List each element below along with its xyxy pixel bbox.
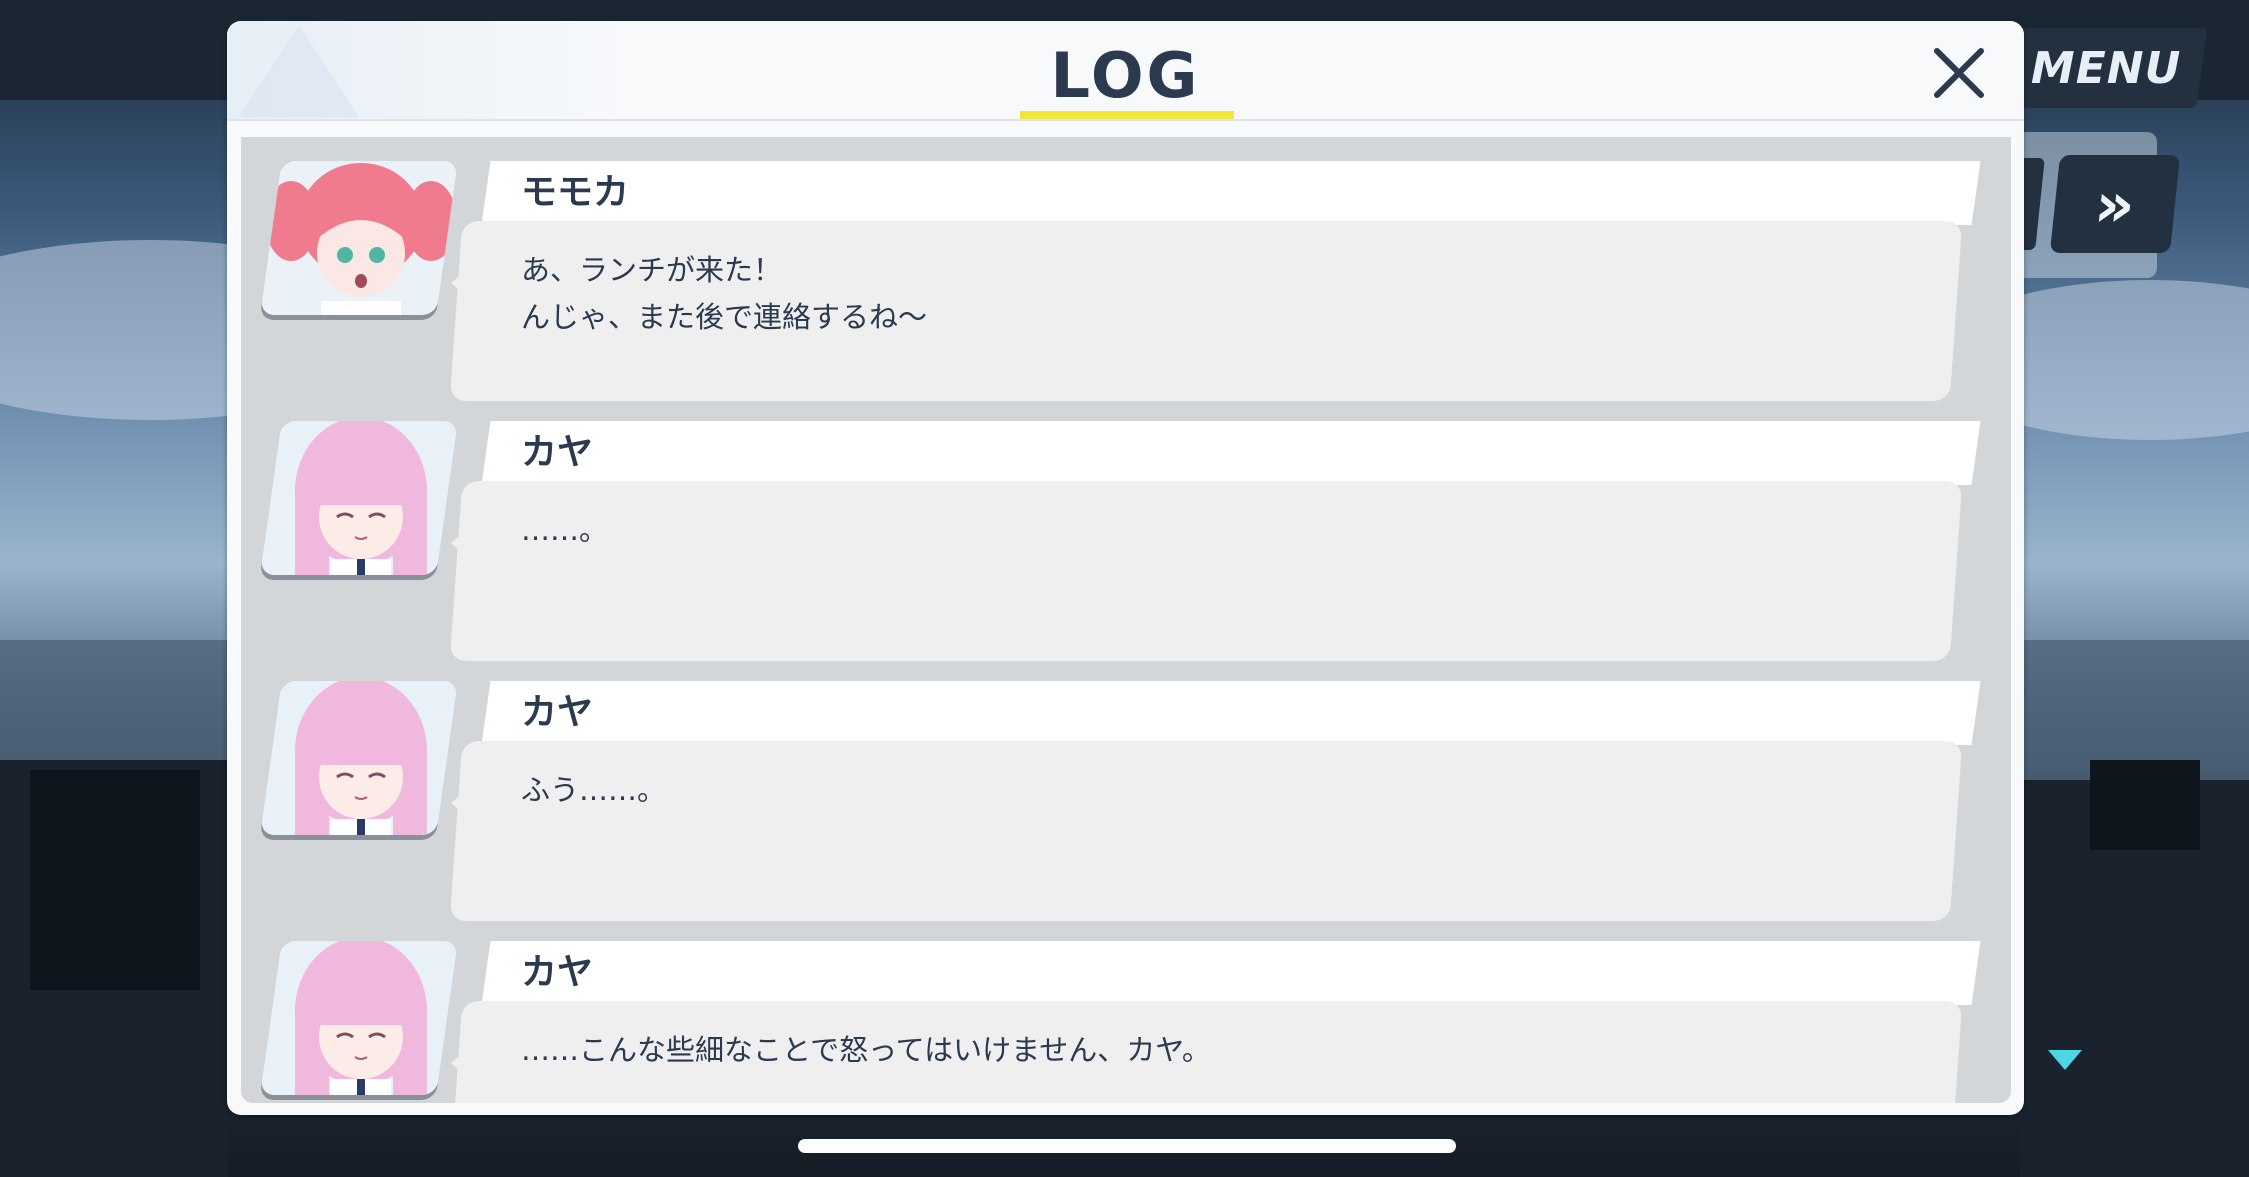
log-entry: カヤ ……こんな些細なことで怒ってはいけません、カヤ。 (241, 941, 2011, 1103)
fast-forward-icon: » (2091, 167, 2139, 241)
name-bar (481, 681, 1981, 745)
fast-forward-button[interactable]: » (2049, 155, 2181, 253)
scroll-down-icon[interactable] (2048, 1050, 2082, 1070)
speaker-name: モモカ (521, 172, 630, 213)
message-text: あ、ランチが来た！ んじゃ、また後で連絡するね〜 (521, 253, 928, 334)
message-text: ……こんな些細なことで怒ってはいけません、カヤ。 (521, 1033, 1211, 1067)
speaker-name: カヤ (521, 952, 594, 993)
message-box (449, 481, 1963, 661)
close-icon[interactable] (1927, 41, 1991, 105)
message-box (449, 741, 1963, 921)
menu-button[interactable]: MENU (2004, 28, 2208, 108)
avatar (260, 161, 458, 315)
name-bar (481, 161, 1981, 225)
home-indicator[interactable] (798, 1139, 1456, 1153)
speaker-name: カヤ (521, 432, 594, 473)
message-text: ふう……。 (521, 773, 667, 807)
message-text: ……。 (521, 513, 609, 547)
kaya-portrait (261, 681, 458, 835)
kaya-portrait (261, 421, 458, 575)
avatar (260, 681, 458, 835)
name-bar (481, 421, 1981, 485)
title-underline (1020, 111, 1234, 119)
momoka-portrait (261, 161, 458, 315)
log-list[interactable]: モモカ あ、ランチが来た！ んじゃ、また後で連絡するね〜 カヤ ……。 カヤ ふ… (241, 137, 2011, 1103)
avatar (260, 421, 458, 575)
name-bar (481, 941, 1981, 1005)
kaya-portrait (261, 941, 458, 1095)
log-header: LOG (227, 21, 2024, 121)
speaker-name: カヤ (521, 692, 594, 733)
avatar (260, 941, 458, 1095)
log-entry: カヤ ……。 (241, 421, 2011, 681)
log-title: LOG (1050, 39, 1201, 112)
log-entry: カヤ ふう……。 (241, 681, 2011, 941)
log-entry: モモカ あ、ランチが来た！ んじゃ、また後で連絡するね〜 (241, 161, 2011, 421)
log-panel: LOG モモカ あ、ランチが来た！ んじゃ、また後で連絡するね〜 カヤ ……。 … (227, 21, 2024, 1115)
